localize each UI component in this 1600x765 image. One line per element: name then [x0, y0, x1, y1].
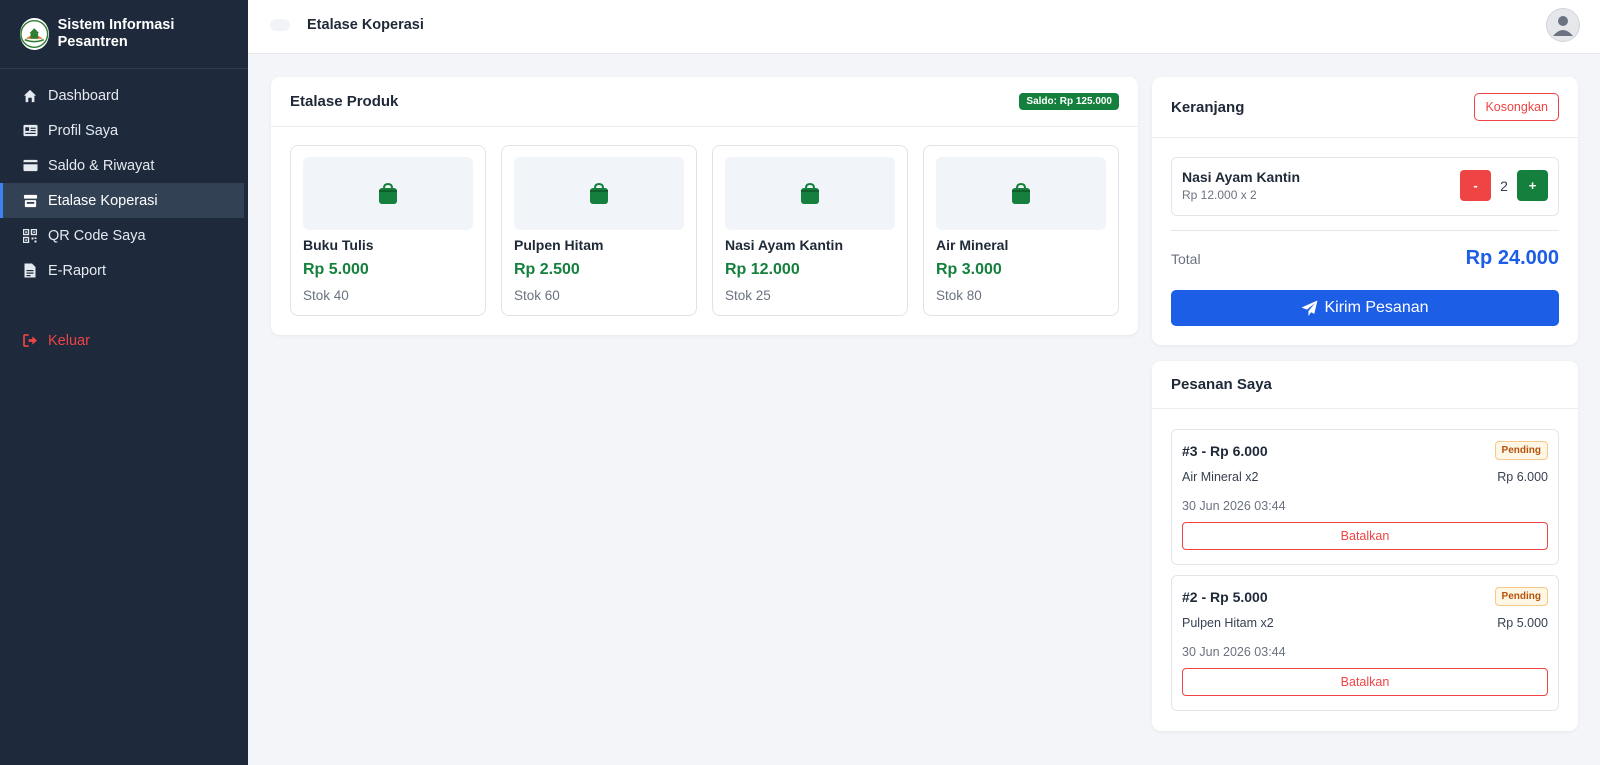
quantity-stepper: - 2 +	[1460, 170, 1548, 201]
cancel-order-button[interactable]: Batalkan	[1182, 522, 1548, 550]
product-stock: Stok 40	[303, 288, 349, 303]
etalase-header: Etalase Produk Saldo: Rp 125.000	[271, 77, 1138, 127]
product-price: Rp 2.500	[514, 261, 580, 278]
sidebar-toggle-button[interactable]	[270, 19, 290, 31]
sidebar-item-label: Dashboard	[48, 87, 119, 104]
etalase-title: Etalase Produk	[290, 93, 399, 110]
bag-icon	[379, 182, 397, 204]
bag-icon	[1012, 182, 1030, 204]
paper-plane-icon	[1302, 300, 1318, 316]
pesantren-logo	[20, 18, 49, 50]
decrease-qty-button[interactable]: -	[1460, 170, 1491, 201]
wallet-icon	[22, 158, 38, 174]
status-badge: Pending	[1494, 587, 1548, 606]
send-order-label: Kirim Pesanan	[1324, 299, 1429, 316]
product-stock: Stok 60	[514, 288, 560, 303]
order-item-amount: Rp 6.000	[1497, 470, 1548, 484]
quantity-value: 2	[1500, 177, 1508, 194]
bag-icon	[801, 182, 819, 204]
product-price: Rp 3.000	[936, 261, 1002, 278]
product-name: Nasi Ayam Kantin	[725, 237, 843, 253]
order-item-name: Air Mineral x2	[1182, 470, 1259, 484]
product-name: Buku Tulis	[303, 237, 374, 253]
sidebar-item-label: Etalase Koperasi	[48, 192, 158, 209]
orders-header: Pesanan Saya	[1152, 361, 1578, 409]
product-name: Pulpen Hitam	[514, 237, 604, 253]
sidebar-item-dashboard[interactable]: Dashboard	[0, 78, 244, 113]
product-thumbnail	[514, 157, 684, 230]
saldo-badge: Saldo: Rp 125.000	[1019, 93, 1119, 110]
sidebar-item-saldo[interactable]: Saldo & Riwayat	[0, 148, 244, 183]
user-icon	[1553, 16, 1573, 36]
sidebar-item-label: Saldo & Riwayat	[48, 157, 155, 174]
document-icon	[22, 263, 38, 279]
logout-label: Keluar	[48, 332, 90, 349]
sidebar-nav: Dashboard Profil Saya Saldo & Riwayat Et…	[0, 69, 248, 358]
increase-qty-button[interactable]: +	[1517, 170, 1548, 201]
brand: Sistem Informasi Pesantren	[0, 0, 248, 69]
cart-header: Keranjang Kosongkan	[1152, 77, 1578, 138]
order-title: #3 - Rp 6.000	[1182, 442, 1268, 459]
product-price: Rp 12.000	[725, 261, 800, 278]
order-item-name: Pulpen Hitam x2	[1182, 616, 1274, 630]
cart-title: Keranjang	[1171, 98, 1245, 116]
logout-icon	[22, 333, 38, 349]
product-stock: Stok 25	[725, 288, 771, 303]
total-label: Total	[1171, 250, 1201, 267]
sidebar-item-eraport[interactable]: E-Raport	[0, 253, 244, 288]
avatar[interactable]	[1546, 8, 1580, 42]
cart-item: Nasi Ayam Kantin Rp 12.000 x 2 - 2 +	[1171, 157, 1559, 216]
product-grid: Buku Tulis Rp 5.000 Stok 40 Pulpen Hitam…	[290, 145, 1119, 316]
logout-button[interactable]: Keluar	[0, 323, 244, 358]
product-thumbnail	[936, 157, 1106, 230]
order-title: #2 - Rp 5.000	[1182, 588, 1268, 605]
product-card[interactable]: Pulpen Hitam Rp 2.500 Stok 60	[501, 145, 697, 316]
product-card[interactable]: Buku Tulis Rp 5.000 Stok 40	[290, 145, 486, 316]
product-name: Air Mineral	[936, 237, 1009, 253]
bag-icon	[590, 182, 608, 204]
cancel-order-button[interactable]: Batalkan	[1182, 668, 1548, 696]
product-thumbnail	[303, 157, 473, 230]
sidebar-item-label: QR Code Saya	[48, 227, 146, 244]
order-item: #2 - Rp 5.000 Pending Pulpen Hitam x2 Rp…	[1171, 575, 1559, 711]
orders-title: Pesanan Saya	[1171, 376, 1272, 393]
sidebar-item-qrcode[interactable]: QR Code Saya	[0, 218, 244, 253]
cart-card: Keranjang Kosongkan Nasi Ayam Kantin Rp …	[1152, 77, 1578, 345]
order-item-amount: Rp 5.000	[1497, 616, 1548, 630]
divider	[1171, 230, 1559, 231]
sidebar-item-label: Profil Saya	[48, 122, 119, 139]
page-title: Etalase Koperasi	[307, 17, 424, 33]
order-item: #3 - Rp 6.000 Pending Air Mineral x2 Rp …	[1171, 429, 1559, 565]
order-date: 30 Jun 2026 03:44	[1182, 499, 1286, 513]
topbar: Etalase Koperasi	[248, 0, 1600, 54]
product-thumbnail	[725, 157, 895, 230]
sidebar-item-label: E-Raport	[48, 262, 107, 279]
sidebar-item-profil[interactable]: Profil Saya	[0, 113, 244, 148]
id-card-icon	[22, 123, 38, 139]
status-badge: Pending	[1494, 441, 1548, 460]
product-card[interactable]: Nasi Ayam Kantin Rp 12.000 Stok 25	[712, 145, 908, 316]
product-card[interactable]: Air Mineral Rp 3.000 Stok 80	[923, 145, 1119, 316]
orders-card: Pesanan Saya #3 - Rp 6.000 Pending Air M…	[1152, 361, 1578, 731]
product-price: Rp 5.000	[303, 261, 369, 278]
qrcode-icon	[22, 228, 38, 244]
store-icon	[22, 193, 38, 209]
total-value: Rp 24.000	[1465, 247, 1559, 269]
order-date: 30 Jun 2026 03:44	[1182, 645, 1286, 659]
send-order-button[interactable]: Kirim Pesanan	[1171, 290, 1559, 326]
total-row: Total Rp 24.000	[1171, 247, 1559, 270]
sidebar-item-etalase[interactable]: Etalase Koperasi	[0, 183, 244, 218]
brand-title: Sistem Informasi Pesantren	[57, 17, 175, 50]
sidebar: Sistem Informasi Pesantren Dashboard Pro…	[0, 0, 248, 765]
clear-cart-button[interactable]: Kosongkan	[1474, 93, 1559, 121]
product-stock: Stok 80	[936, 288, 982, 303]
home-icon	[22, 88, 38, 104]
etalase-card: Etalase Produk Saldo: Rp 125.000 Buku Tu…	[271, 77, 1138, 335]
